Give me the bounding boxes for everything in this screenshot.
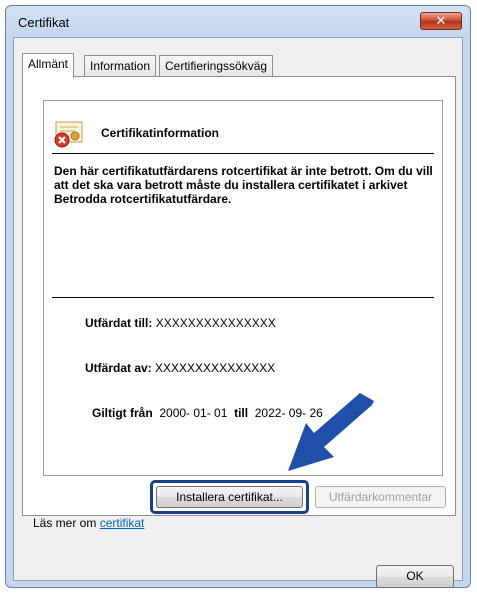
issued-by-row: Utfärdat av: XXXXXXXXXXXXXXX	[85, 361, 275, 375]
issued-to-label: Utfärdat till:	[85, 316, 153, 330]
certificate-info-box: Certifikatinformation Den här certifikat…	[43, 100, 443, 476]
ok-button[interactable]: OK	[376, 565, 454, 588]
issued-by-value: XXXXXXXXXXXXXXX	[155, 361, 276, 375]
valid-from-label: Giltigt från	[92, 406, 153, 420]
close-button[interactable]: ✕	[420, 12, 462, 30]
tab-certification-path[interactable]: Certifieringssökväg	[159, 55, 274, 76]
issued-by-label: Utfärdat av:	[85, 361, 152, 375]
divider-middle	[52, 297, 434, 298]
learn-more-text: Läs mer om	[33, 516, 100, 530]
issuer-statement-button[interactable]: Utfärdarkommentar	[315, 486, 446, 508]
certificate-dialog: Certifikat ✕ Allmänt Information Certifi…	[5, 5, 471, 588]
issued-to-row: Utfärdat till: XXXXXXXXXXXXXXX	[85, 316, 276, 330]
valid-from-value: 2000- 01- 01	[159, 406, 228, 420]
certificate-info-heading: Certifikatinformation	[101, 126, 220, 140]
untrusted-root-warning: Den här certifikatutfärdarens rotcertifi…	[54, 164, 433, 206]
pointer-arrow-icon	[288, 393, 374, 471]
learn-more-row: Läs mer om certifikat	[33, 516, 144, 530]
dialog-body: Allmänt Information Certifieringssökväg …	[13, 37, 463, 588]
certificates-link[interactable]: certifikat	[100, 516, 145, 530]
window-title: Certifikat	[18, 15, 70, 30]
install-certificate-button[interactable]: Installera certifikat...	[156, 486, 303, 508]
title-bar[interactable]: Certifikat ✕	[6, 6, 470, 36]
tab-details[interactable]: Information	[84, 55, 157, 76]
tab-general[interactable]: Allmänt	[22, 53, 75, 78]
general-tab-panel: Certifikatinformation Den här certifikat…	[22, 76, 456, 516]
issued-to-value: XXXXXXXXXXXXXXX	[155, 316, 276, 330]
valid-to-label: till	[234, 406, 249, 420]
divider-top	[52, 153, 434, 154]
untrusted-certificate-icon	[54, 121, 83, 148]
